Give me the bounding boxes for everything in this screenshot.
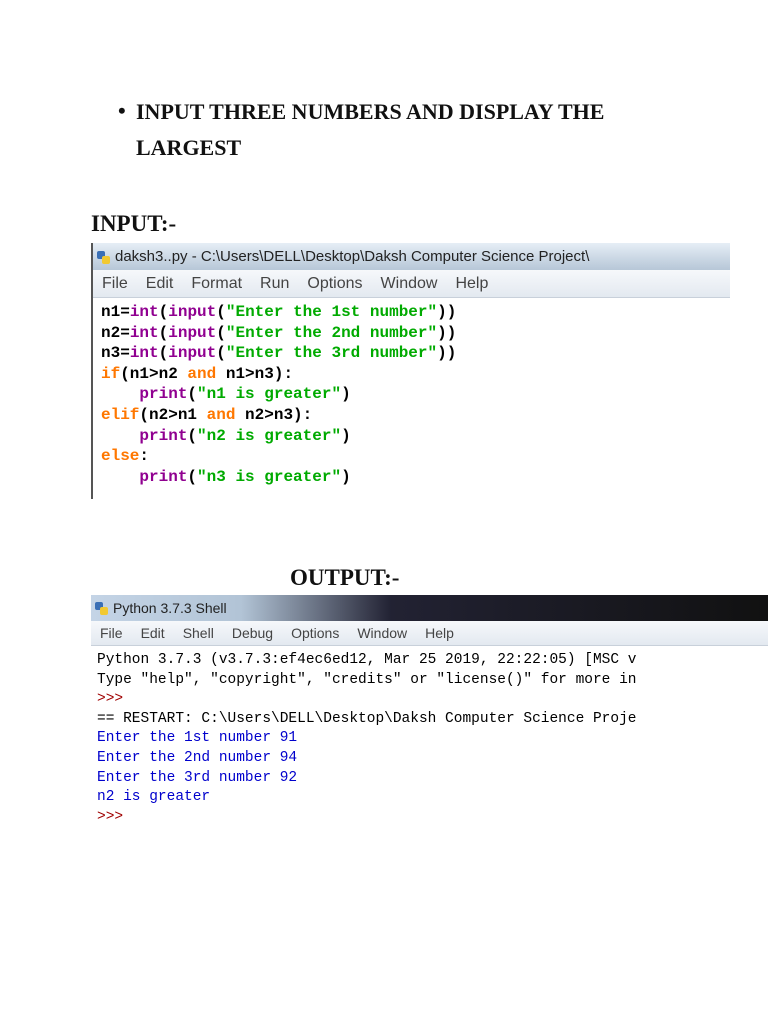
- code-token-plain: n1>n3):: [216, 364, 294, 383]
- code-token-kw: elif: [101, 405, 140, 424]
- output-label: OUTPUT:-: [290, 565, 400, 590]
- code-token-builtin: print: [139, 426, 188, 445]
- code-token-plain: (: [187, 467, 198, 486]
- shell-output[interactable]: Python 3.7.3 (v3.7.3:ef4ec6ed12, Mar 25 …: [91, 646, 768, 827]
- editor-title: daksh3..py - C:\Users\DELL\Desktop\Daksh…: [115, 248, 590, 265]
- menu-item-help[interactable]: Help: [416, 621, 463, 645]
- code-token-builtin: input: [168, 303, 217, 321]
- menu-item-format[interactable]: Format: [182, 270, 251, 297]
- code-token-builtin: input: [168, 323, 217, 342]
- code-token-plain: (: [187, 426, 198, 445]
- code-line: n1=int(input("Enter the 1st number")): [101, 302, 730, 323]
- shell-line: Enter the 2nd number 94: [97, 749, 298, 766]
- menu-item-file[interactable]: File: [91, 621, 132, 645]
- menu-item-options[interactable]: Options: [298, 270, 371, 297]
- code-token-plain: (n2>n1: [139, 405, 207, 424]
- code-token-str: "Enter the 2nd number": [225, 323, 438, 342]
- code-token-plain: n2>n3):: [235, 405, 313, 424]
- code-line: if(n1>n2 and n1>n3):: [101, 364, 730, 385]
- menu-item-debug[interactable]: Debug: [223, 621, 282, 645]
- shell-line: >>>: [97, 808, 124, 825]
- code-token-builtin: print: [139, 467, 188, 486]
- code-token-plain: n1=: [101, 303, 130, 321]
- shell-line: >>>: [97, 691, 124, 708]
- code-token-plain: (: [216, 323, 226, 342]
- code-token-plain: (: [158, 303, 169, 321]
- python-shell-icon: [93, 600, 109, 616]
- menu-item-options[interactable]: Options: [282, 621, 348, 645]
- shell-line: n2 is greater: [97, 789, 211, 806]
- code-token-builtin: int: [129, 344, 159, 363]
- code-token-str: "n3 is greater": [197, 467, 342, 486]
- menu-item-edit[interactable]: Edit: [132, 621, 174, 645]
- code-token-str: "Enter the 3rd number": [225, 344, 438, 363]
- shell-title: Python 3.7.3 Shell: [113, 600, 227, 616]
- editor-window: daksh3..py - C:\Users\DELL\Desktop\Daksh…: [91, 243, 730, 499]
- code-token-plain: ): [341, 467, 351, 486]
- shell-line: Enter the 3rd number 92: [97, 769, 298, 786]
- shell-line: Type "help", "copyright", "credits" or "…: [97, 671, 637, 688]
- editor-titlebar[interactable]: daksh3..py - C:\Users\DELL\Desktop\Daksh…: [93, 243, 730, 270]
- shell-menubar: File Edit Shell Debug Options Window Help: [91, 621, 768, 646]
- code-editor[interactable]: n1=int(input("Enter the 1st number")) n2=…: [93, 298, 730, 487]
- menu-item-window[interactable]: Window: [372, 270, 447, 297]
- shell-line: Python 3.7.3 (v3.7.3:ef4ec6ed12, Mar 25 …: [97, 652, 637, 668]
- code-line: n2=int(input("Enter the 2nd number")): [101, 323, 730, 344]
- input-label: INPUT:-: [91, 211, 177, 236]
- python-file-icon: [95, 249, 111, 265]
- code-token-plain: (n1>n2: [120, 364, 188, 383]
- menu-item-file[interactable]: File: [93, 270, 137, 297]
- code-token-builtin: print: [139, 385, 188, 404]
- code-token-plain: (: [216, 303, 226, 321]
- code-token-str: "Enter the 1st number": [225, 303, 438, 321]
- code-token-plain: (: [158, 323, 169, 342]
- menu-item-shell[interactable]: Shell: [174, 621, 223, 645]
- code-token-builtin: int: [129, 303, 159, 321]
- code-line: print("n1 is greater"): [101, 384, 730, 405]
- code-token-plain: )): [437, 323, 457, 342]
- menu-item-window[interactable]: Window: [348, 621, 416, 645]
- code-token-plain: (: [187, 385, 198, 404]
- code-token-plain: ): [341, 426, 351, 445]
- code-token-plain: n2=: [101, 323, 130, 342]
- code-token-plain: n3=: [101, 344, 130, 363]
- code-token-plain: (: [216, 344, 226, 363]
- code-token-kw: if: [101, 364, 121, 383]
- code-token-builtin: int: [129, 323, 159, 342]
- shell-line: == RESTART: C:\Users\DELL\Desktop\Daksh …: [97, 710, 637, 727]
- code-token-plain: )): [437, 344, 457, 363]
- code-token-plain: (: [158, 344, 169, 363]
- code-token-str: "n1 is greater": [197, 385, 342, 404]
- code-token-plain: ): [341, 385, 351, 404]
- shell-titlebar[interactable]: Python 3.7.3 Shell: [91, 595, 768, 621]
- menu-item-edit[interactable]: Edit: [137, 270, 183, 297]
- code-token-kw: and: [187, 364, 217, 383]
- bullet: •: [118, 98, 126, 123]
- code-line: print("n3 is greater"): [101, 467, 730, 488]
- code-token-kw: and: [206, 405, 236, 424]
- editor-menubar: File Edit Format Run Options Window Help: [93, 270, 730, 298]
- code-line: print("n2 is greater"): [101, 426, 730, 447]
- code-line: else:: [101, 446, 730, 467]
- code-token-plain: )): [437, 303, 457, 321]
- code-line: n3=int(input("Enter the 3rd number")): [101, 343, 730, 364]
- code-line: elif(n2>n1 and n2>n3):: [101, 405, 730, 426]
- menu-item-help[interactable]: Help: [446, 270, 497, 297]
- shell-window: Python 3.7.3 Shell File Edit Shell Debug Opt…: [91, 595, 768, 835]
- task-heading: INPUT THREE NUMBERS AND DISPLAY THE LARG…: [136, 99, 605, 160]
- menu-item-run[interactable]: Run: [251, 270, 298, 297]
- code-token-kw: else: [101, 447, 140, 466]
- code-token-builtin: input: [168, 344, 217, 363]
- shell-line: Enter the 1st number 91: [97, 730, 298, 747]
- code-token-str: "n2 is greater": [197, 426, 342, 445]
- code-token-plain: :: [139, 447, 150, 466]
